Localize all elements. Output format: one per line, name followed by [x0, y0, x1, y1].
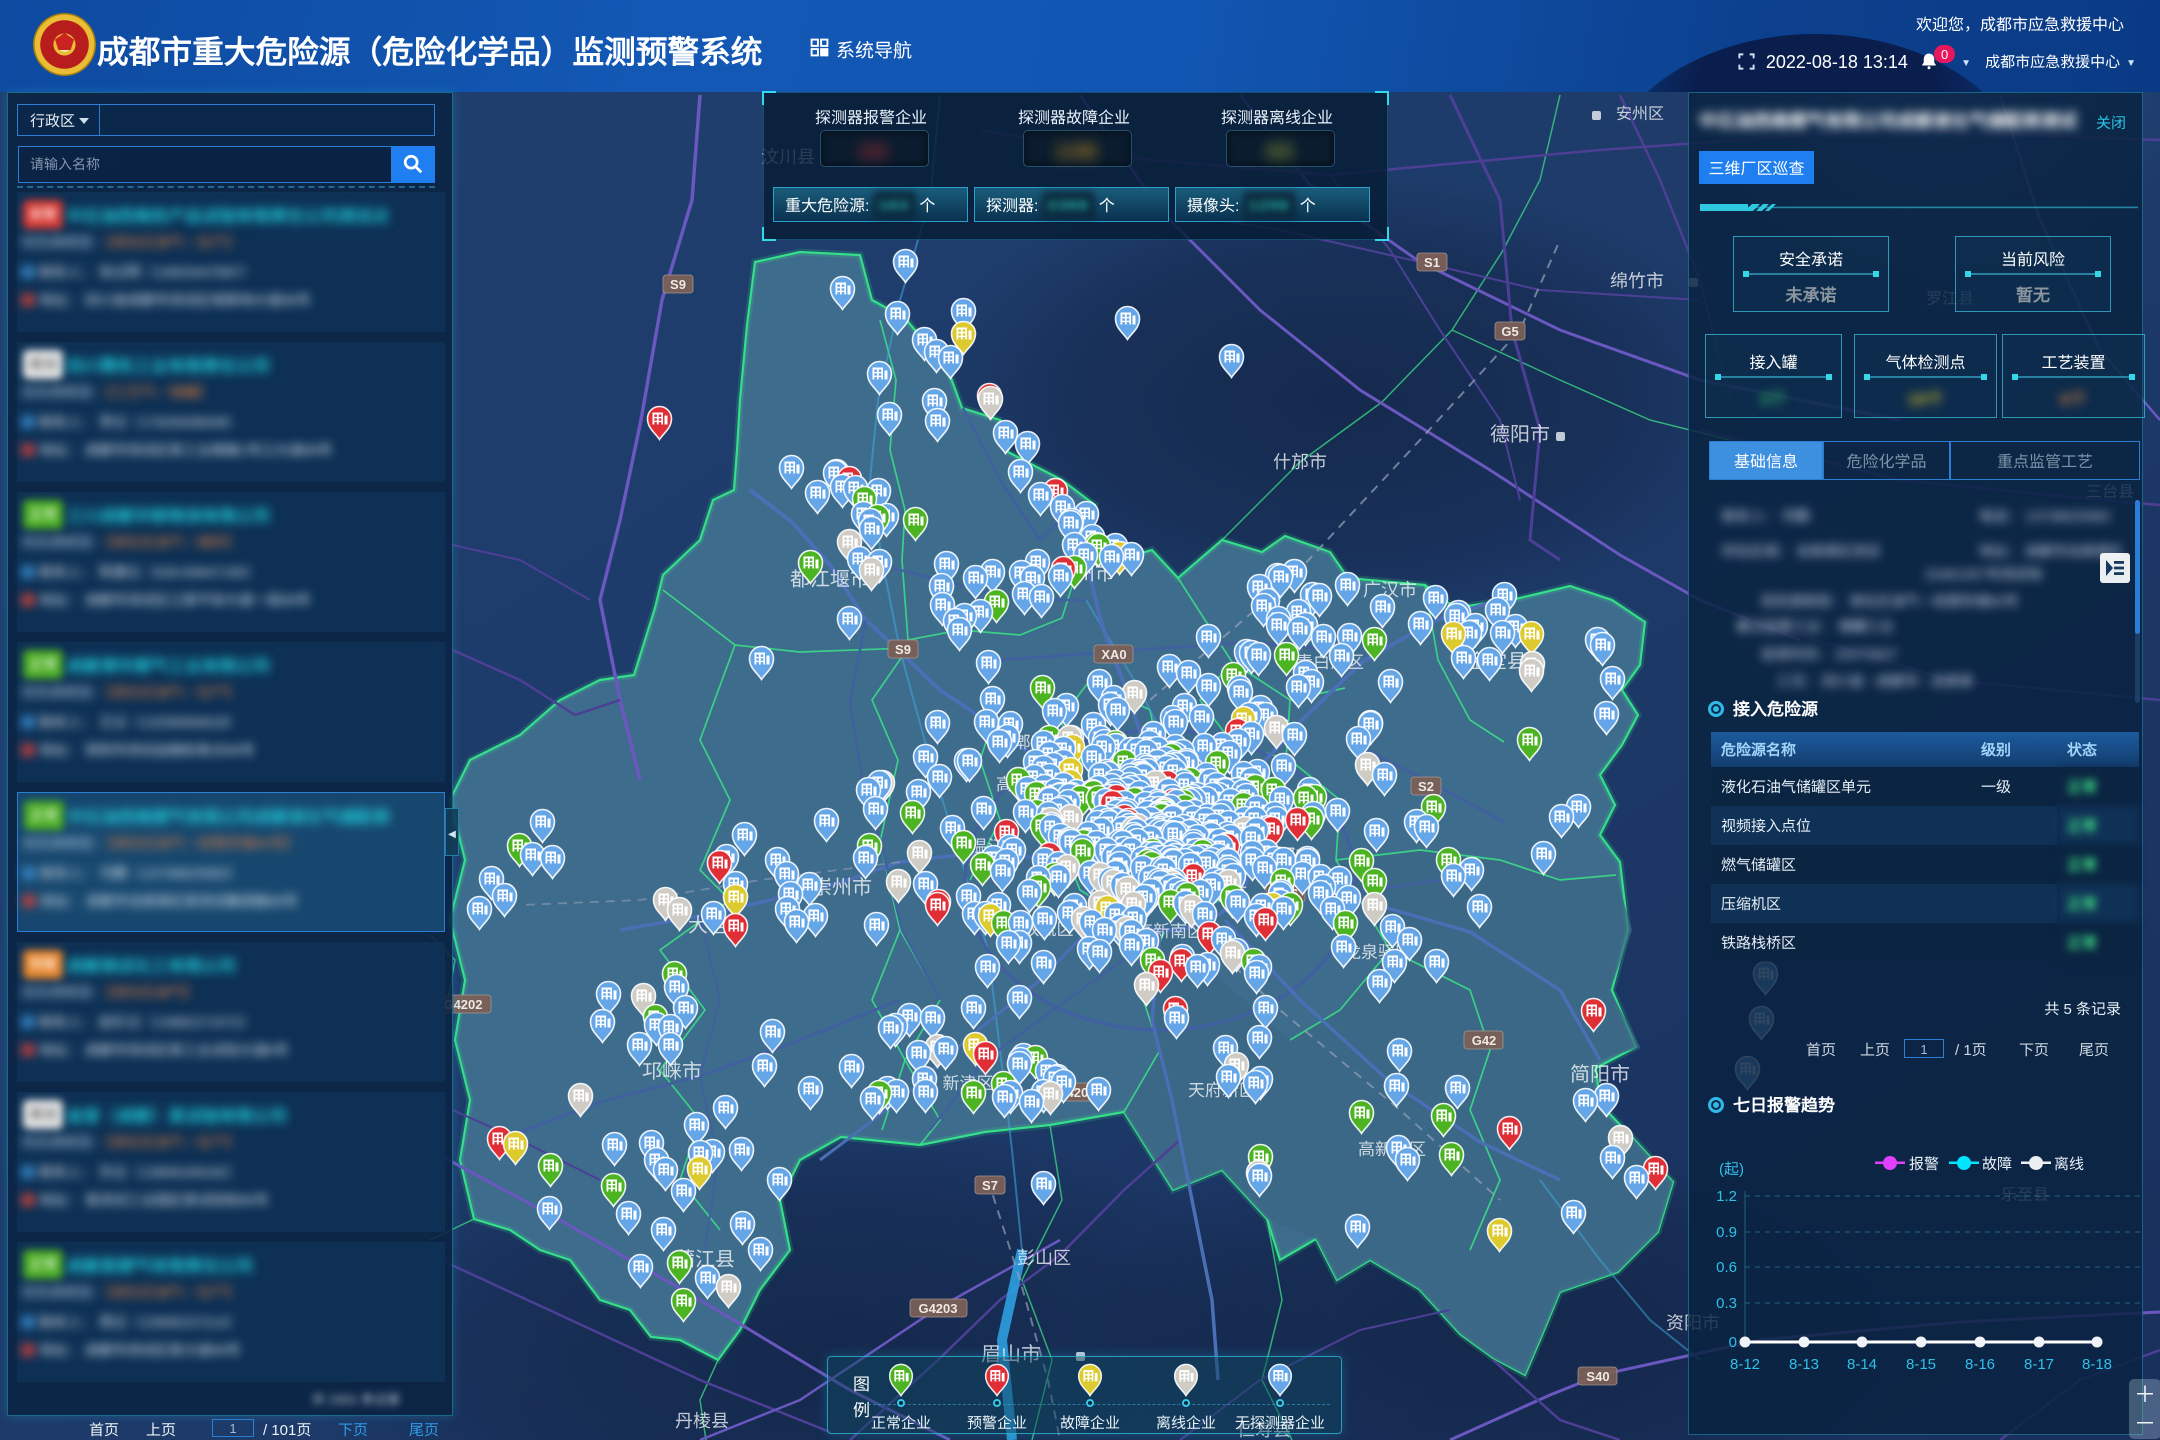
svg-text:0.9: 0.9	[1716, 1221, 1737, 1242]
svg-text:丹棱县: 丹棱县	[675, 1407, 729, 1433]
svg-text:(起): (起)	[1719, 1158, 1744, 1179]
svg-text:0.6: 0.6	[1716, 1256, 1737, 1277]
svg-text:S9: S9	[895, 639, 911, 658]
svg-text:安州区: 安州区	[1616, 100, 1664, 124]
svg-text:绵竹市: 绵竹市	[1610, 267, 1664, 293]
svg-text:0.3: 0.3	[1716, 1292, 1737, 1313]
svg-text:8-16: 8-16	[1965, 1353, 1995, 1374]
svg-text:S2: S2	[1418, 776, 1434, 795]
svg-text:8-15: 8-15	[1906, 1353, 1936, 1374]
svg-text:S1: S1	[1424, 252, 1440, 271]
svg-text:离线: 离线	[2054, 1153, 2084, 1174]
svg-text:故障: 故障	[1982, 1153, 2012, 1174]
svg-text:什邡市: 什邡市	[1273, 448, 1327, 474]
svg-text:8-18: 8-18	[2082, 1353, 2112, 1374]
svg-text:简阳市: 简阳市	[1570, 1058, 1630, 1087]
svg-text:S9: S9	[670, 274, 686, 293]
svg-text:8-13: 8-13	[1789, 1353, 1819, 1374]
svg-text:G5: G5	[1501, 321, 1518, 340]
svg-text:报警: 报警	[1909, 1153, 1939, 1174]
svg-text:0: 0	[1729, 1331, 1737, 1352]
svg-text:1.2: 1.2	[1716, 1185, 1737, 1206]
svg-text:8-17: 8-17	[2024, 1353, 2054, 1374]
svg-text:G42: G42	[1472, 1030, 1497, 1049]
svg-text:德阳市: 德阳市	[1490, 418, 1550, 447]
svg-text:G4203: G4203	[918, 1298, 957, 1317]
svg-text:S40: S40	[1586, 1366, 1609, 1385]
svg-text:8-12: 8-12	[1730, 1353, 1760, 1374]
svg-text:8-14: 8-14	[1847, 1353, 1877, 1374]
svg-text:XA0: XA0	[1101, 644, 1126, 663]
svg-text:S7: S7	[982, 1175, 998, 1194]
svg-text:彭山区: 彭山区	[1017, 1244, 1071, 1270]
